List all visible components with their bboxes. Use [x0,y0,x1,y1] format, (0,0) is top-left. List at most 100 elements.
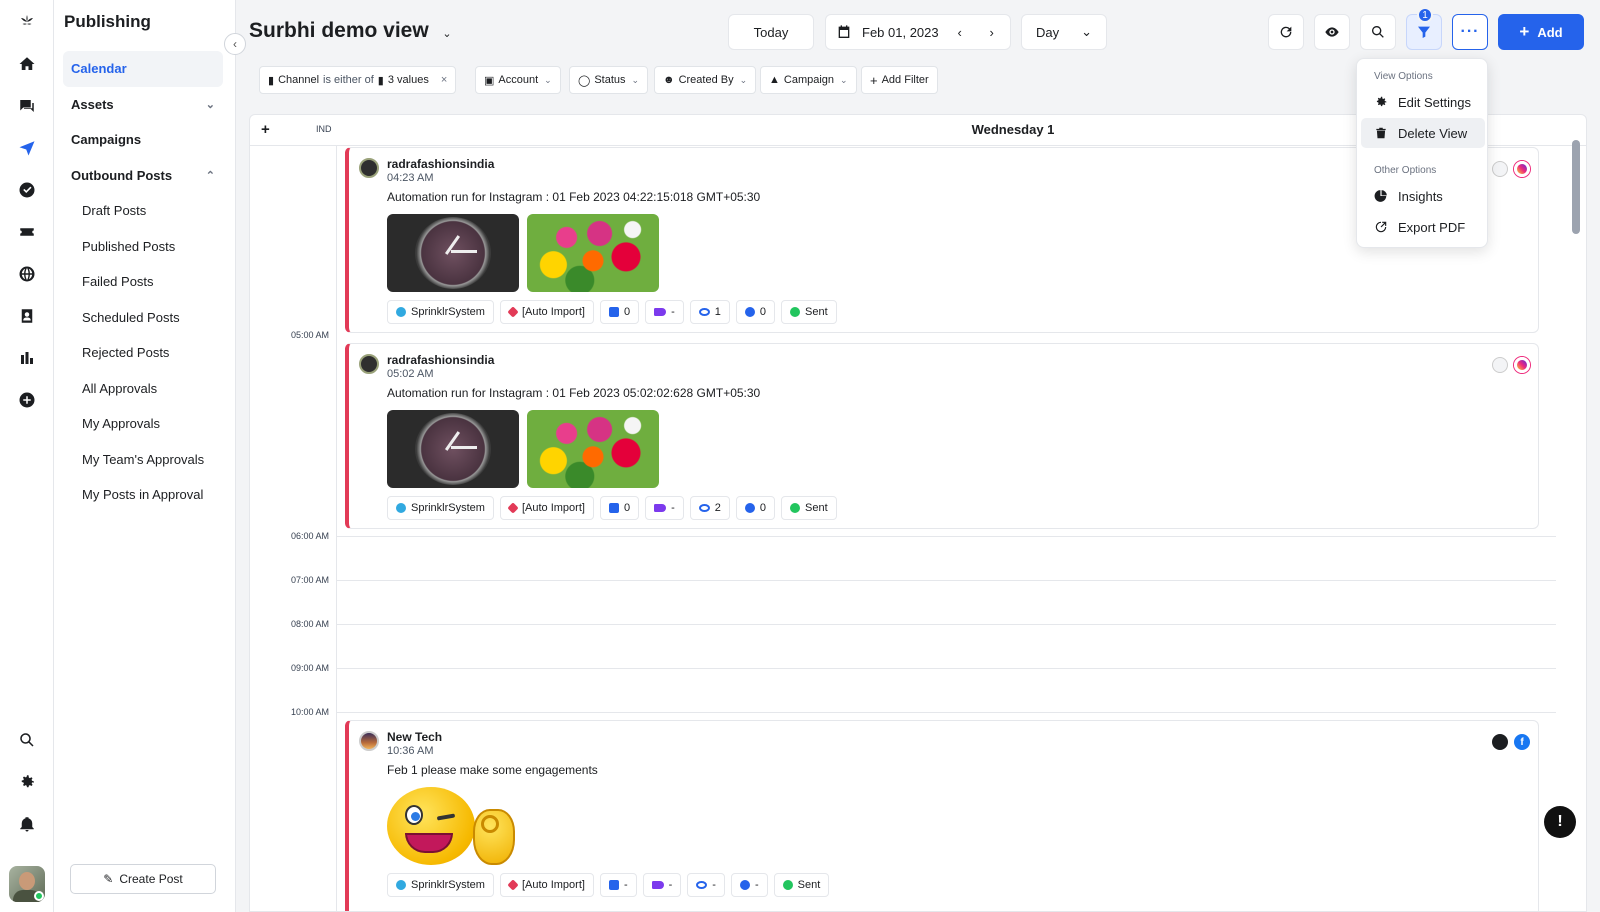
wink-emoji-image[interactable] [387,785,523,867]
menu-item-delete-view[interactable]: Delete View [1361,118,1485,148]
comment-icon [744,503,755,513]
watch-image[interactable] [387,214,519,292]
tag-label-tag: - [645,496,684,520]
tag-status: Sent [781,300,837,324]
sidebar-item-published-posts[interactable]: Published Posts [63,229,223,265]
sprinklr-icon [396,307,406,317]
filter-field: Campaign [783,74,835,86]
time-label: 05:00 AM [290,330,329,340]
search-button[interactable] [1360,14,1396,50]
ticket-icon[interactable] [15,220,39,244]
tag-source: [Auto Import] [499,496,594,520]
contacts-icon[interactable] [15,304,39,328]
settings-icon[interactable] [15,770,39,794]
flowers-image[interactable] [527,410,659,488]
filter-chip-channel[interactable]: ▮ Channel is either of ▮ 3 values × [259,66,457,94]
reports-icon[interactable] [15,346,39,370]
search-icon [1372,26,1384,38]
post-time: 10:36 AM [387,745,434,757]
date-picker[interactable]: Feb 01, 2023 ‹ › [825,14,1011,50]
create-post-button[interactable]: ✎ Create Post [70,864,216,894]
sidebar-item-label: Outbound Posts [71,167,173,183]
avatar[interactable] [9,866,45,902]
sidebar-item-my-approvals[interactable]: My Approvals [63,406,223,442]
chevron-down-icon: ⌄ [544,74,552,85]
menu-item-edit-settings[interactable]: Edit Settings [1361,87,1485,117]
notifications-icon[interactable] [15,812,39,836]
plus-icon: + [1519,22,1530,41]
tag-user: SprinklrSystem [387,300,494,324]
filter-chip-campaign[interactable]: ▲ Campaign ⌄ [760,66,857,94]
calendar-scrollbar[interactable] [1572,140,1580,234]
next-day-button[interactable]: › [981,21,1003,43]
sidebar-item-label: Failed Posts [82,274,154,290]
sidebar-item-label: Rejected Posts [82,345,170,361]
tag-icon [654,504,667,512]
menu-item-export-pdf[interactable]: Export PDF [1361,212,1485,242]
view-switcher-button[interactable]: ⌄ [437,23,457,43]
sidebar-item-campaigns[interactable]: Campaigns [63,122,223,158]
today-button[interactable]: Today [728,14,814,50]
sidebar-item-draft-posts[interactable]: Draft Posts [63,193,223,229]
filter-chip-status[interactable]: ◯ Status ⌄ [569,66,649,94]
menu-item-insights[interactable]: Insights [1361,181,1485,211]
menu-item-label: Insights [1398,188,1443,204]
refresh-button[interactable] [1268,14,1304,50]
tag-label: Sent [805,502,828,514]
tag-label: - [668,879,673,891]
sidebar-item-assets[interactable]: Assets ⌄ [63,87,223,123]
globe-icon[interactable] [15,262,39,286]
edit-icon: ✎ [103,872,114,886]
tag-label: 0 [759,502,766,514]
sidebar-item-outbound-posts[interactable]: Outbound Posts ⌃ [63,158,223,194]
view-mode-select[interactable]: Day ⌄ [1021,14,1107,50]
search-icon[interactable] [15,728,39,752]
post-text: Automation run for Instagram : 01 Feb 20… [387,190,761,204]
menu-section-label: Other Options [1374,165,1437,176]
previous-day-button[interactable]: ‹ [949,21,971,43]
tag-label: - [754,879,759,891]
time-column: 05:00 AM 06:00 AM 07:00 AM 08:00 AM 09:0… [250,146,337,911]
add-button[interactable]: + Add [1498,14,1584,50]
add-filter-button[interactable]: + Add Filter [861,66,938,94]
logo-icon[interactable] [15,9,39,33]
tag-user: SprinklrSystem [387,496,494,520]
sidebar-item-calendar[interactable]: Calendar [63,51,223,87]
account-avatar [359,731,379,751]
sidebar-item-rejected-posts[interactable]: Rejected Posts [63,335,223,371]
post-card[interactable]: radrafashionsindia 05:02 AM Automation r… [345,343,1539,529]
filter-button[interactable]: 1 [1406,7,1442,50]
sidebar-item-failed-posts[interactable]: Failed Posts [63,264,223,300]
home-icon[interactable] [15,52,39,76]
sidebar-item-all-approvals[interactable]: All Approvals [63,371,223,407]
add-filter-label: Add Filter [881,74,929,86]
messages-icon[interactable] [15,94,39,118]
publishing-icon[interactable] [15,136,39,160]
post-card[interactable]: New Tech 10:36 AM Feb 1 please make some… [345,720,1539,911]
sidebar-item-my-teams-approvals[interactable]: My Team's Approvals [63,442,223,478]
filter-chip-created-by[interactable]: ☻ Created By ⌄ [654,66,757,94]
filter-chip-account[interactable]: ▣ Account ⌄ [475,66,561,94]
watch-image[interactable] [387,410,519,488]
preview-button[interactable] [1314,14,1350,50]
help-button[interactable]: ! [1544,806,1576,838]
add-icon[interactable] [15,388,39,412]
chevron-up-icon: ⌃ [205,169,215,182]
flowers-image[interactable] [527,214,659,292]
tag-label: - [623,879,628,891]
page-header: Surbhi demo view ⌄ Today Feb 01, 2023 ‹ … [236,0,1600,64]
collapse-sidebar-button[interactable]: ‹ [224,33,246,55]
post-account-name: New Tech [387,730,443,744]
tasks-icon[interactable] [15,178,39,202]
filter-value: 3 values [387,74,429,86]
chevron-down-icon: ⌄ [442,27,452,40]
eye-icon [698,308,710,316]
sidebar-item-my-posts-in-approval[interactable]: My Posts in Approval [63,477,223,513]
remove-filter-icon[interactable]: × [441,74,447,86]
tag-views: - [687,873,725,897]
channel-icons [1492,161,1530,177]
tag-icon [651,881,664,889]
sidebar-item-scheduled-posts[interactable]: Scheduled Posts [63,300,223,336]
more-options-button[interactable]: ··· [1452,14,1488,50]
chevron-down-icon: ⌄ [631,74,640,85]
